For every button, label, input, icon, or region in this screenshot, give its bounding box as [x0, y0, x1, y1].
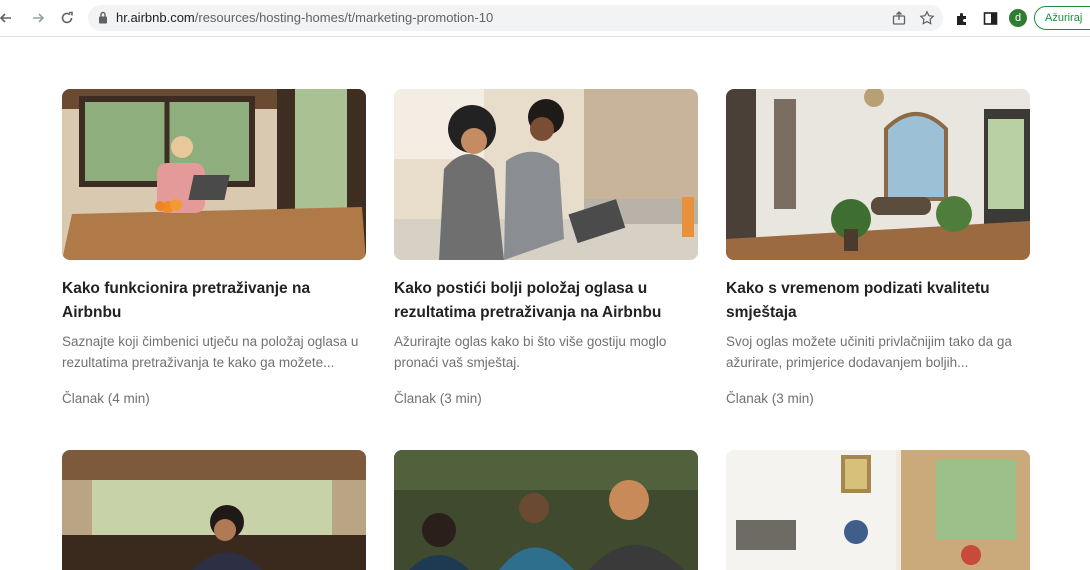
browser-toolbar: hr.airbnb.com/resources/hosting-homes/t/… [0, 0, 1090, 37]
article-title[interactable]: Kako funkcionira pretraživanje na Airbnb… [62, 277, 366, 325]
article-title[interactable]: Kako s vremenom podizati kvalitetu smješ… [726, 277, 1030, 325]
article-image[interactable] [726, 450, 1030, 570]
url-host: hr.airbnb.com [116, 10, 195, 25]
article-card[interactable]: Kako funkcionira pretraživanje na Airbnb… [62, 89, 366, 406]
profile-avatar[interactable]: d [1009, 9, 1027, 27]
article-meta: Članak (3 min) [394, 391, 482, 406]
article-card[interactable] [726, 450, 1030, 570]
article-card[interactable] [62, 450, 366, 570]
url-text: hr.airbnb.com/resources/hosting-homes/t/… [116, 10, 493, 25]
article-description: Saznajte koji čimbenici utječu na položa… [62, 334, 359, 370]
share-icon[interactable] [891, 10, 907, 26]
article-image[interactable] [394, 450, 698, 570]
article-title[interactable]: Kako postići bolji položaj oglasa u rezu… [394, 277, 698, 325]
article-image[interactable] [726, 89, 1030, 260]
puzzle-icon[interactable] [953, 9, 971, 27]
address-bar[interactable]: hr.airbnb.com/resources/hosting-homes/t/… [88, 5, 943, 31]
url-path: /resources/hosting-homes/t/marketing-pro… [194, 10, 494, 25]
article-card[interactable]: Kako s vremenom podizati kvalitetu smješ… [726, 89, 1030, 406]
article-image[interactable] [62, 450, 366, 570]
forward-arrow-icon[interactable] [28, 8, 48, 28]
side-panel-icon[interactable] [981, 9, 999, 27]
article-image[interactable] [394, 89, 698, 260]
article-description: Svoj oglas možete učiniti privlačnijim t… [726, 334, 1012, 370]
reload-icon[interactable] [57, 8, 77, 28]
star-icon[interactable] [919, 10, 935, 26]
update-button[interactable]: Ažuriraj [1034, 6, 1090, 30]
article-meta: Članak (4 min) [62, 391, 150, 406]
article-image[interactable] [62, 89, 366, 260]
article-meta: Članak (3 min) [726, 391, 814, 406]
back-arrow-icon[interactable] [0, 8, 16, 28]
article-card[interactable]: Kako postići bolji položaj oglasa u rezu… [394, 89, 698, 406]
article-description: Ažurirajte oglas kako bi što više gostij… [394, 334, 667, 370]
article-card[interactable] [394, 450, 698, 570]
lock-icon[interactable] [98, 11, 108, 29]
